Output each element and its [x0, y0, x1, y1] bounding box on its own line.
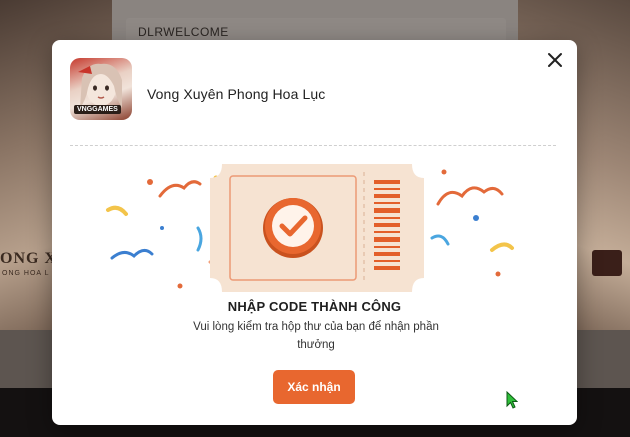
- background-code-text: DLRWELCOME: [138, 25, 229, 39]
- app-icon-brand-tag: VNGGAMES: [74, 105, 121, 114]
- success-message: Vui lòng kiểm tra hộp thư của bạn để nhậ…: [193, 321, 439, 351]
- confirm-button[interactable]: Xác nhận: [273, 370, 355, 404]
- close-icon: [548, 53, 562, 67]
- mouse-cursor-icon: [506, 391, 518, 409]
- background-brand-subtitle: ONG HOA L: [2, 270, 50, 277]
- app-name: Vong Xuyên Phong Hoa Lục: [147, 86, 326, 102]
- divider: [70, 145, 556, 146]
- background-badge: [592, 250, 622, 276]
- app-icon: VNGGAMES: [70, 58, 132, 120]
- success-modal: VNGGAMES Vong Xuyên Phong Hoa Lục NHẬP C…: [52, 40, 577, 425]
- success-title: NHẬP CODE THÀNH CÔNG: [227, 299, 402, 314]
- ticket-icon: [210, 164, 424, 292]
- close-button[interactable]: [545, 50, 565, 70]
- success-illustration: [106, 164, 514, 292]
